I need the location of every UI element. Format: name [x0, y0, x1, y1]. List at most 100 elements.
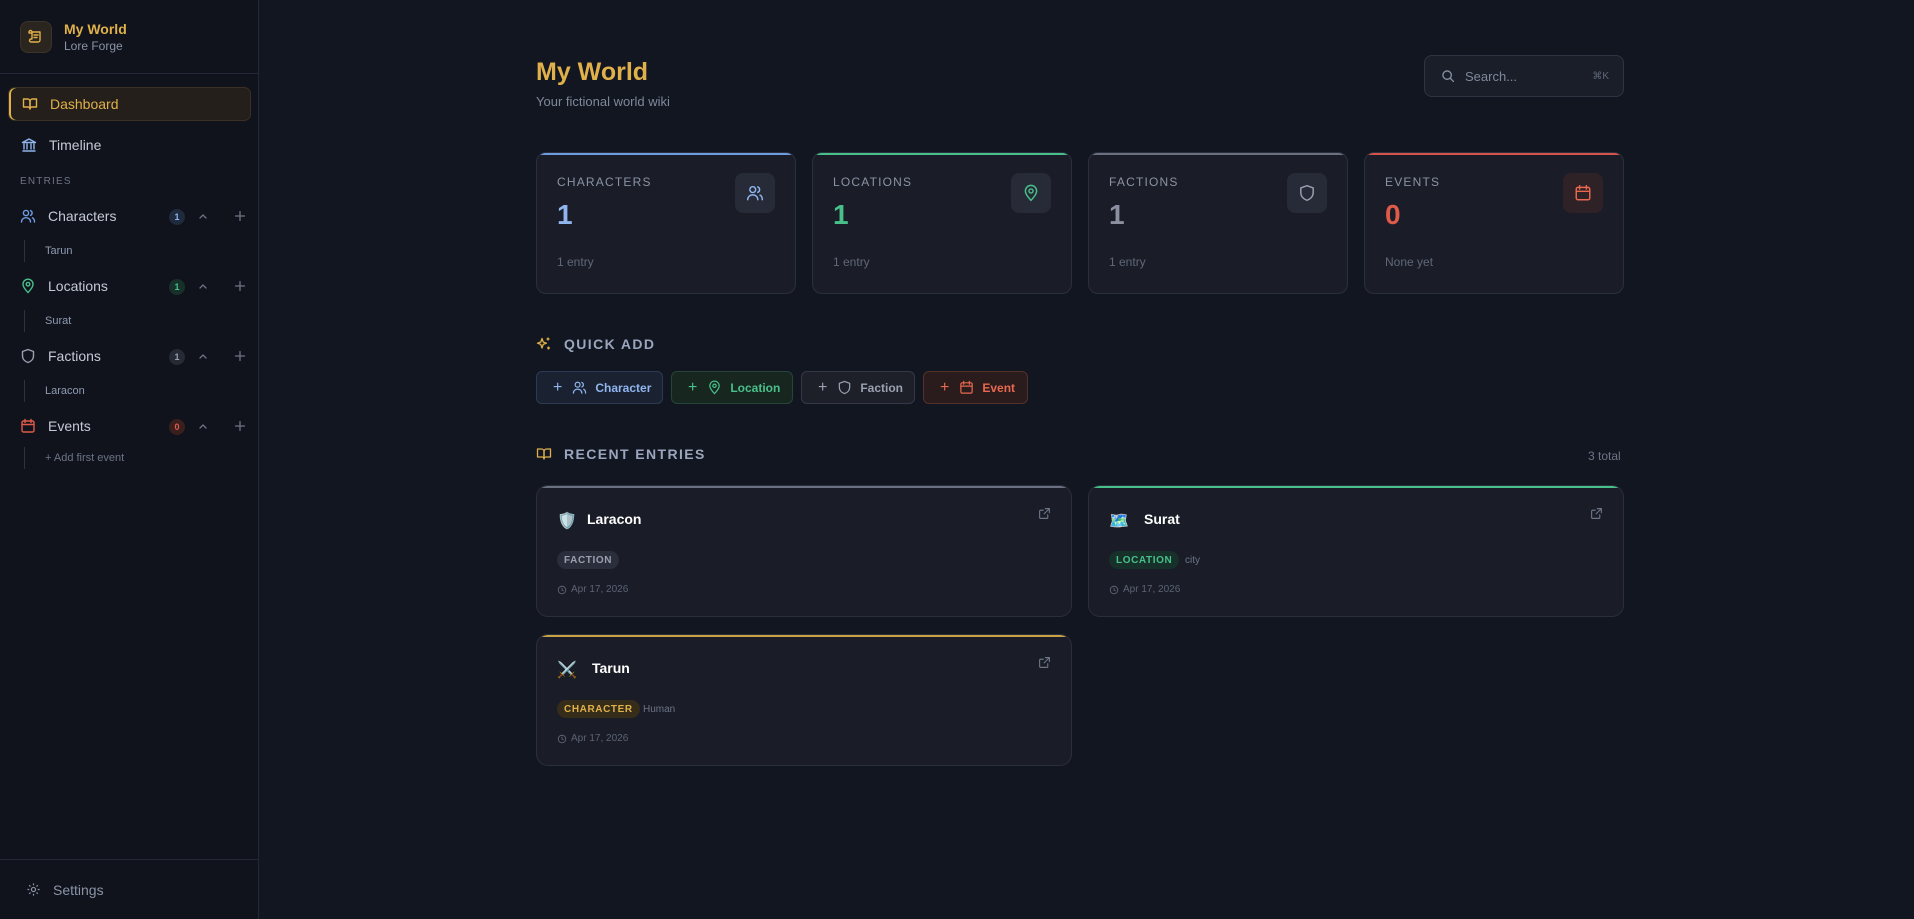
brand[interactable]: My World Lore Forge: [0, 0, 258, 74]
nav-dashboard[interactable]: Dashboard: [8, 87, 251, 121]
plus-icon: +: [553, 378, 563, 396]
scroll-icon: [20, 20, 52, 53]
crossed-swords-emoji-icon: ⚔️: [557, 662, 577, 679]
nav-timeline-label: Timeline: [49, 137, 102, 153]
recent-entries-title: RECENT ENTRIES: [564, 446, 706, 462]
book-open-icon: [22, 98, 38, 110]
add-event-icon[interactable]: [233, 418, 247, 434]
nav-timeline[interactable]: Timeline: [8, 128, 251, 162]
search-placeholder: Search...: [1465, 68, 1518, 84]
entry-date-text: Apr 17, 2026: [571, 733, 629, 744]
stat-card-locations[interactable]: LOCATIONS 1 1 entry: [812, 152, 1072, 294]
add-location-icon[interactable]: [233, 278, 247, 294]
shield-emoji-icon: 🛡️: [557, 513, 577, 530]
sidebar-category-label: Locations: [48, 278, 108, 294]
search-input[interactable]: Search... ⌘K: [1424, 55, 1624, 97]
sidebar-item-tarun[interactable]: Tarun: [24, 240, 73, 262]
entry-name: Surat: [1144, 511, 1180, 527]
entry-date: Apr 17, 2026: [1109, 584, 1180, 595]
type-badge: CHARACTER: [557, 700, 640, 718]
type-badge: LOCATION: [1109, 551, 1180, 569]
search-shortcut: ⌘K: [1592, 70, 1609, 82]
chevron-up-icon[interactable]: [198, 278, 208, 294]
quick-add-faction-button[interactable]: + Faction: [801, 371, 915, 404]
recent-total: 3 total: [1588, 449, 1621, 463]
count-badge: 1: [169, 209, 185, 225]
map-pin-icon: [22, 278, 34, 294]
shield-icon: [1287, 173, 1327, 213]
nav-dashboard-label: Dashboard: [50, 96, 119, 112]
quick-add-character-button[interactable]: + Character: [536, 371, 663, 404]
stat-label: EVENTS: [1385, 175, 1441, 189]
quick-add-title: QUICK ADD: [564, 336, 656, 352]
quick-add-event-button[interactable]: + Event: [923, 371, 1028, 404]
calendar-icon: [21, 418, 35, 433]
stat-value: 1: [557, 199, 573, 230]
settings-label: Settings: [53, 881, 104, 898]
add-faction-icon[interactable]: [233, 348, 247, 364]
chevron-up-icon[interactable]: [198, 208, 208, 224]
stat-label: CHARACTERS: [557, 175, 652, 189]
external-link-icon[interactable]: [1038, 656, 1051, 669]
external-link-icon[interactable]: [1590, 507, 1603, 520]
add-first-event-link[interactable]: + Add first event: [24, 447, 124, 469]
map-pin-icon: [707, 380, 722, 395]
search-icon: [1442, 70, 1455, 83]
sidebar-category-characters[interactable]: Characters 1: [0, 201, 259, 231]
gear-icon: [27, 883, 40, 896]
entry-subtype: city: [1185, 555, 1200, 566]
entry-date-text: Apr 17, 2026: [571, 584, 629, 595]
sidebar-item-surat[interactable]: Surat: [24, 310, 71, 332]
entry-date: Apr 17, 2026: [557, 584, 628, 595]
add-character-icon[interactable]: [233, 208, 247, 224]
sidebar-category-locations[interactable]: Locations 1: [0, 271, 259, 301]
external-link-icon[interactable]: [1038, 507, 1051, 520]
stat-foot: 1 entry: [833, 255, 870, 269]
entry-card-tarun[interactable]: ⚔️ Tarun CHARACTER Human Apr 17, 2026: [536, 634, 1072, 766]
users-icon: [572, 380, 587, 395]
entry-date-text: Apr 17, 2026: [1123, 584, 1181, 595]
entry-card-laracon[interactable]: 🛡️ Laracon FACTION Apr 17, 2026: [536, 485, 1072, 617]
stat-foot: 1 entry: [557, 255, 594, 269]
sidebar-item-laracon[interactable]: Laracon: [24, 380, 85, 402]
chevron-up-icon[interactable]: [198, 348, 208, 364]
settings-button[interactable]: Settings: [0, 859, 259, 919]
brand-subtitle: Lore Forge: [64, 38, 123, 53]
quick-add-heading: QUICK ADD: [536, 336, 655, 352]
users-icon: [735, 173, 775, 213]
stat-card-characters[interactable]: CHARACTERS 1 1 entry: [536, 152, 796, 294]
brand-title: My World: [64, 20, 127, 37]
chevron-up-icon[interactable]: [198, 418, 208, 434]
type-badge: FACTION: [557, 551, 620, 569]
landmark-icon: [21, 138, 37, 152]
quick-add-label: Location: [730, 380, 781, 395]
stat-value: 1: [1109, 199, 1125, 230]
sidebar-category-events[interactable]: Events 0: [0, 411, 259, 441]
quick-add-location-button[interactable]: + Location: [671, 371, 793, 404]
entry-card-surat[interactable]: 🗺️ Surat LOCATION city Apr 17, 2026: [1088, 485, 1624, 617]
stat-label: LOCATIONS: [833, 175, 913, 189]
sidebar-category-label: Events: [48, 418, 91, 434]
entries-section-title: ENTRIES: [20, 176, 72, 187]
entry-name: Laracon: [587, 511, 642, 527]
clock-icon: [1109, 585, 1119, 594]
stat-foot: 1 entry: [1109, 255, 1146, 269]
plus-icon: +: [940, 378, 950, 396]
stat-label: FACTIONS: [1109, 175, 1179, 189]
recent-entries-heading: RECENT ENTRIES: [536, 446, 706, 462]
quick-add-label: Event: [982, 380, 1016, 395]
entry-date: Apr 17, 2026: [557, 733, 628, 744]
book-open-icon: [536, 448, 552, 460]
stat-card-events[interactable]: EVENTS 0 None yet: [1364, 152, 1624, 294]
stat-value: 0: [1385, 199, 1401, 230]
count-badge: 1: [169, 279, 185, 295]
calendar-icon: [1563, 173, 1603, 213]
entry-subtype: Human: [643, 704, 676, 715]
stat-card-factions[interactable]: FACTIONS 1 1 entry: [1088, 152, 1348, 294]
map-pin-icon: [1011, 173, 1051, 213]
quick-add-label: Faction: [860, 380, 904, 395]
sidebar-category-label: Factions: [48, 348, 101, 364]
plus-icon: +: [688, 378, 698, 396]
sidebar-category-factions[interactable]: Factions 1: [0, 341, 259, 371]
sparkles-icon: [536, 337, 550, 350]
